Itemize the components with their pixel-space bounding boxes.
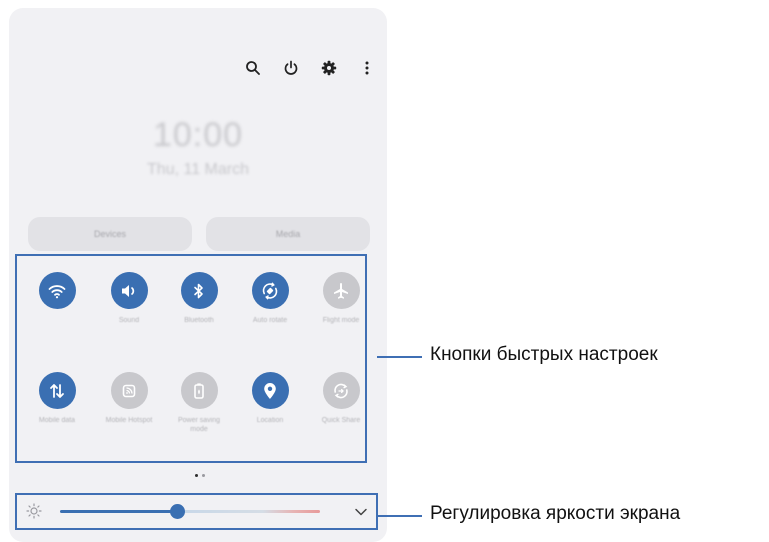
callout-quick-settings: Кнопки быстрых настроек xyxy=(430,344,658,365)
search-icon[interactable] xyxy=(241,56,265,80)
brightness-slider[interactable] xyxy=(60,504,320,519)
top-toolbar xyxy=(241,56,379,80)
brightness-fill xyxy=(60,510,177,513)
sun-icon xyxy=(26,503,42,519)
clock: 10:00 xyxy=(152,116,244,154)
brightness-thumb[interactable] xyxy=(170,504,185,519)
callout-brightness: Регулировка яркости экрана xyxy=(430,503,681,524)
page-indicator xyxy=(195,474,205,477)
media-label: Media xyxy=(275,229,301,239)
callout-line-brightness xyxy=(376,515,422,517)
callout-line-quick-settings xyxy=(377,356,422,358)
date: Thu, 11 March xyxy=(147,161,249,178)
chevron-down-icon[interactable] xyxy=(354,505,368,517)
brightness-bar xyxy=(15,493,378,530)
media-button[interactable]: Media xyxy=(206,217,370,251)
page-dot-active xyxy=(195,474,198,477)
devices-button[interactable]: Devices xyxy=(28,217,192,251)
more-vert-icon[interactable] xyxy=(355,56,379,80)
devices-label: Devices xyxy=(93,229,126,239)
page-dot xyxy=(202,474,205,477)
brightness-track-rest xyxy=(177,510,320,513)
gear-icon[interactable] xyxy=(317,56,341,80)
quick-settings-highlight xyxy=(15,254,367,463)
power-icon[interactable] xyxy=(279,56,303,80)
